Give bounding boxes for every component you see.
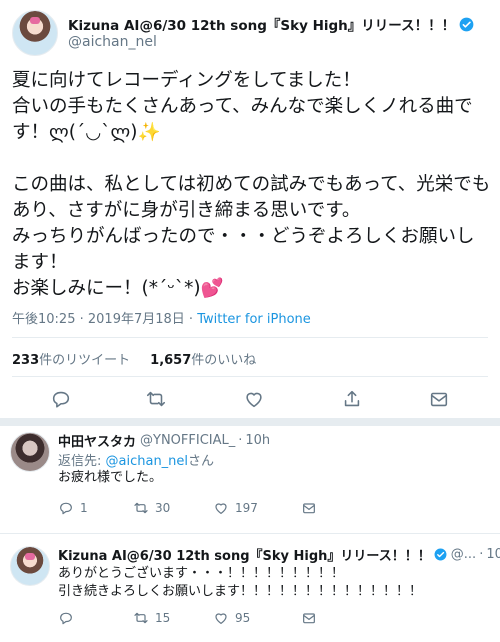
reply-action-bar: 15 95: [58, 610, 458, 630]
like-button[interactable]: 197: [213, 500, 258, 516]
reply-text: お疲れ様でした。: [58, 470, 163, 485]
reply-tweet[interactable]: 中田ヤスタカ @YNOFFICIAL_ · 10h 返信先: @aichan_n…: [0, 426, 500, 536]
retweet-count: 30: [155, 501, 171, 515]
like-icon: [215, 503, 227, 514]
tweet-action-bar: [0, 388, 500, 412]
avatar[interactable]: [12, 10, 58, 56]
dm-icon[interactable]: [428, 388, 450, 410]
share-icon[interactable]: [341, 388, 363, 410]
like-count: 95: [235, 611, 251, 625]
reply-text: ありがとうございます・・・！！！！！！！！！ 引き続きよろしくお願いします！！！…: [58, 566, 423, 599]
tweet-detail-page: Kizuna AI@6/30 12th song『Sky High』リリース！！…: [0, 0, 500, 642]
tweet-time[interactable]: 午後10:25: [12, 312, 75, 327]
retweets-count: 233: [12, 353, 40, 368]
tweet-source-link[interactable]: Twitter for iPhone: [197, 312, 311, 327]
retweet-icon: [134, 612, 148, 624]
retweet-button[interactable]: 15: [133, 610, 170, 626]
section-gap: [0, 418, 500, 426]
reply-to-suffix: さん: [188, 454, 215, 469]
retweet-icon[interactable]: [145, 388, 167, 410]
author-handle[interactable]: @aichan_nel: [68, 34, 157, 50]
divider: [12, 376, 488, 377]
reply-time[interactable]: 10h: [245, 433, 270, 448]
retweet-count: 15: [155, 611, 171, 625]
verified-badge-icon: [434, 548, 447, 561]
likes-count: 1,657: [150, 353, 192, 368]
reply-action-bar: 1 30 197: [58, 500, 458, 520]
reply-header: 中田ヤスタカ @YNOFFICIAL_ · 10h: [58, 431, 270, 450]
reply-to-prefix: 返信先:: [58, 454, 106, 469]
likes-label: 件のいいね: [191, 353, 257, 368]
like-count: 197: [235, 501, 258, 515]
reply-header: Kizuna AI@6/30 12th song『Sky High』リリース！！…: [58, 545, 500, 564]
avatar[interactable]: [10, 546, 50, 586]
reply-button[interactable]: [58, 610, 80, 626]
verified-badge-icon: [459, 17, 474, 31]
reply-to-line: 返信先: @aichan_nelさん: [58, 450, 214, 469]
tweet-meta: 午後10:25 · 2019年7月18日 · Twitter for iPhon…: [12, 308, 311, 327]
retweet-button[interactable]: 30: [133, 500, 170, 516]
reply-author-handle[interactable]: @YNOFFICIAL_: [140, 433, 235, 448]
author-name-row[interactable]: Kizuna AI@6/30 12th song『Sky High』リリース！！…: [68, 14, 474, 34]
reply-tweet[interactable]: Kizuna AI@6/30 12th song『Sky High』リリース！！…: [0, 538, 500, 642]
retweets-label: 件のリツイート: [39, 353, 131, 368]
reply-author-name[interactable]: 中田ヤスタカ: [58, 431, 136, 450]
dm-icon[interactable]: [301, 500, 317, 516]
reply-icon: [60, 502, 72, 515]
reply-author-handle[interactable]: @...: [451, 547, 476, 562]
likes-stat[interactable]: 1,657件のいいね: [150, 349, 256, 368]
like-icon: [215, 613, 227, 624]
reply-to-link[interactable]: @aichan_nel: [106, 454, 189, 469]
meta-separator: ·: [188, 312, 198, 327]
divider: [12, 337, 488, 338]
avatar[interactable]: [10, 432, 50, 472]
retweets-stat[interactable]: 233件のリツイート: [12, 349, 130, 368]
like-button[interactable]: 95: [213, 610, 250, 626]
reply-icon[interactable]: [50, 388, 72, 410]
tweet-stats: 233件のリツイート 1,657件のいいね: [12, 349, 256, 368]
dm-icon[interactable]: [301, 610, 317, 626]
divider: [0, 533, 500, 534]
reply-icon: [60, 612, 72, 625]
author-display-name[interactable]: Kizuna AI@6/30 12th song『Sky High』リリース！！…: [68, 14, 455, 34]
reply-count: 1: [80, 501, 88, 515]
reply-time[interactable]: 10h: [486, 547, 500, 562]
meta-separator: ·: [79, 312, 88, 327]
tweet-text: 夏に向けてレコーディングをしてました！ 合いの手もたくさんあって、みんなで楽しく…: [12, 70, 491, 299]
meta-separator: ·: [238, 433, 243, 448]
reply-author-name[interactable]: Kizuna AI@6/30 12th song『Sky High』リリース！！…: [58, 545, 431, 564]
retweet-icon: [134, 502, 148, 514]
reply-button[interactable]: 1: [58, 500, 88, 516]
like-icon[interactable]: [243, 388, 265, 410]
tweet-date[interactable]: 2019年7月18日: [88, 312, 185, 327]
meta-separator: ·: [479, 547, 484, 562]
